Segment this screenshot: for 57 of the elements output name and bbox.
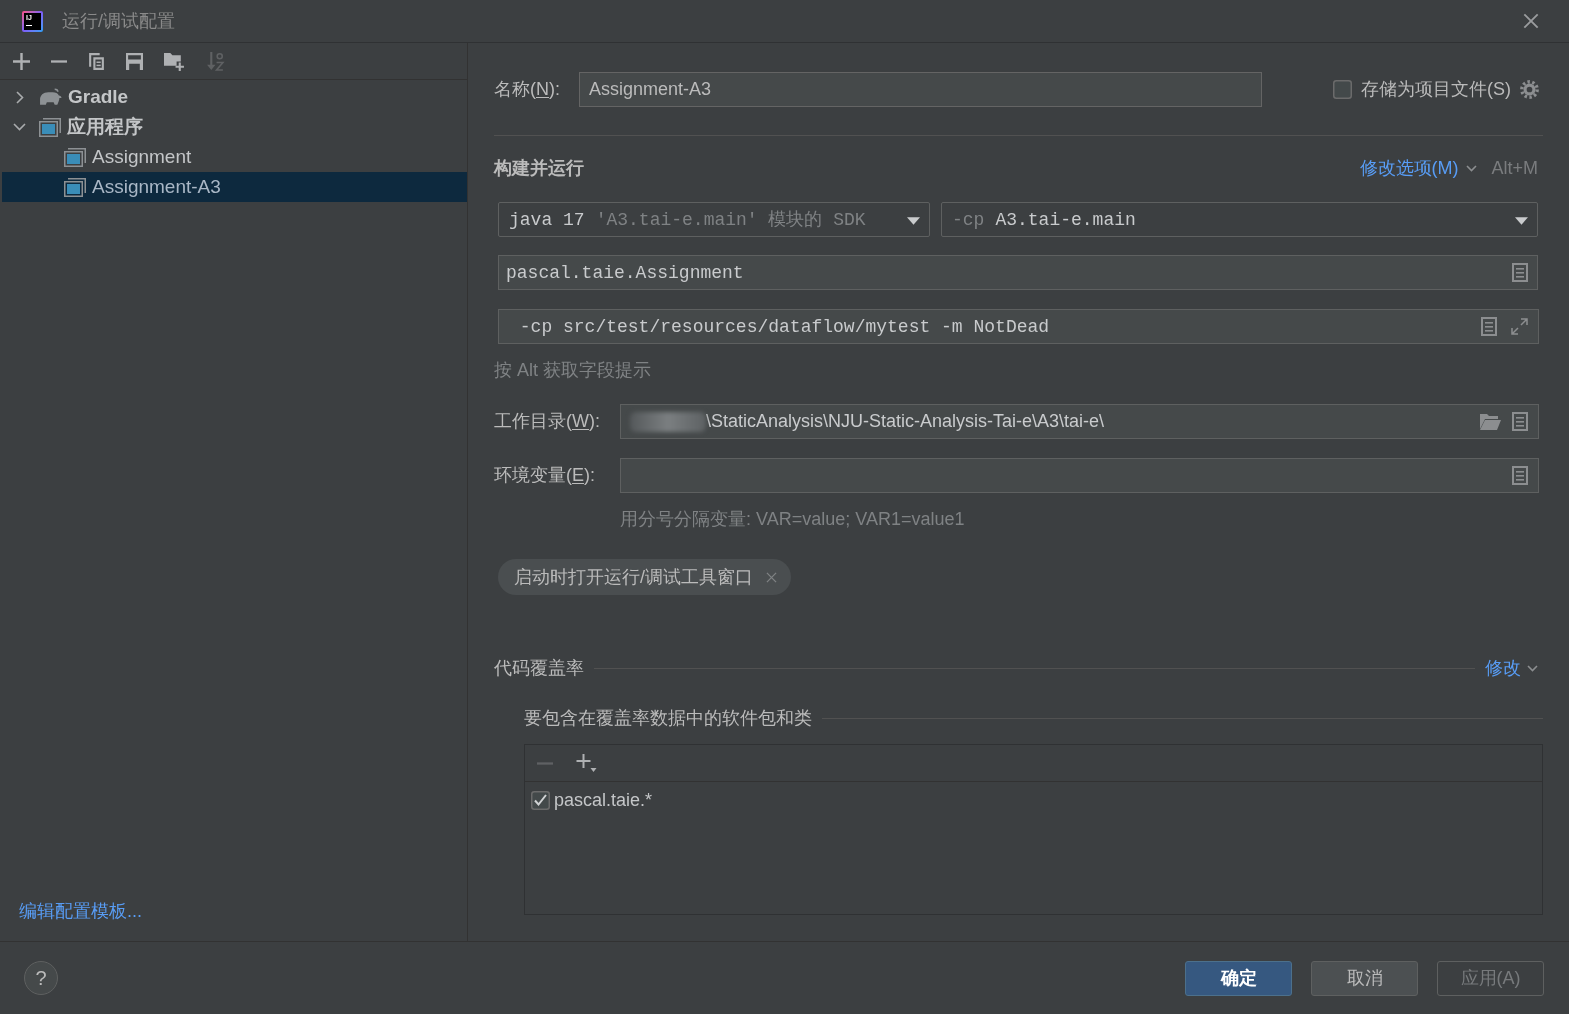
document-icon[interactable] (1512, 466, 1528, 485)
window-icon (64, 147, 86, 167)
package-item[interactable]: pascal.taie.* (525, 782, 1542, 818)
checkbox[interactable] (1333, 80, 1352, 99)
program-arguments-field[interactable]: -cp src/test/resources/dataflow/mytest -m NotDead (498, 309, 1539, 344)
dropdown-arrow-icon[interactable] (907, 216, 920, 225)
folder-icon[interactable] (1480, 413, 1501, 430)
save-icon[interactable] (126, 52, 143, 70)
edit-templates-link[interactable]: 编辑配置模板... (19, 898, 142, 925)
dropdown-arrow-icon[interactable] (1515, 216, 1528, 225)
chevron-down-icon (1466, 164, 1478, 172)
shortcut-hint: Alt+M (1491, 156, 1538, 180)
add-icon[interactable] (576, 754, 597, 772)
chevron-right-icon[interactable] (15, 90, 24, 104)
folder-plus-icon[interactable] (164, 51, 185, 71)
environment-variables-field[interactable] (620, 458, 1539, 493)
section-title: 代码覆盖率 (494, 656, 584, 680)
document-icon[interactable] (1512, 263, 1528, 282)
dialog-button[interactable]: 取消 (1311, 960, 1418, 996)
modify-link[interactable]: 修改 (1485, 654, 1538, 682)
field-hint: 按 Alt 获取字段提示 (494, 359, 651, 381)
name-field[interactable]: Assignment-A3 (579, 72, 1262, 107)
copy-icon[interactable] (88, 51, 105, 71)
document-icon[interactable] (1481, 317, 1497, 336)
subsection-title: 要包含在覆盖率数据中的软件包和类 (524, 706, 812, 730)
checkbox[interactable] (531, 790, 550, 810)
option-tag[interactable]: 启动时打开运行/调试工具窗口 (498, 559, 791, 595)
store-as-project-file-label: 存储为项目文件(S) (1361, 78, 1511, 101)
dialog-button[interactable]: 确定 (1185, 960, 1292, 996)
help-button[interactable]: ? (24, 961, 58, 995)
classpath-dropdown[interactable]: -cp A3.tai-e.main (941, 202, 1538, 237)
document-icon[interactable] (1512, 412, 1528, 431)
environment-variables-label: 环境变量(E): (494, 464, 596, 487)
tree-item[interactable]: 应用程序 (2, 112, 467, 142)
working-directory-field[interactable]: \StaticAnalysis\NJU-Static-Analysis-Tai-e\A3\tai-e\ (620, 404, 1539, 439)
window-icon (39, 117, 61, 137)
settings-icon[interactable] (1520, 80, 1539, 99)
modify-options-link[interactable]: 修改选项(M) (1359, 154, 1478, 182)
tree-item[interactable]: Assignment-A3 (2, 172, 467, 202)
field-hint: 用分号分隔变量: VAR=value; VAR1=value1 (620, 508, 965, 530)
section-title: 构建并运行 (494, 156, 584, 180)
window-title: 运行/调试配置 (62, 9, 175, 33)
sdk-dropdown[interactable]: java 17 'A3.tai-e.main' 模块的 SDK (498, 202, 930, 237)
working-directory-label: 工作目录(W): (494, 410, 601, 433)
tree-item[interactable]: Gradle (2, 82, 467, 112)
expand-icon[interactable] (1511, 318, 1528, 335)
chevron-down-icon[interactable] (13, 123, 26, 131)
tree-item[interactable]: Assignment (2, 142, 467, 172)
elephant-icon (39, 88, 62, 106)
close-icon[interactable] (1523, 13, 1539, 29)
main-class-field[interactable]: pascal.taie.Assignment (498, 255, 1538, 290)
close-icon[interactable] (766, 571, 777, 583)
remove-icon[interactable] (51, 59, 67, 63)
chevron-down-icon (1527, 664, 1538, 672)
name-label: 名称(N): (494, 78, 560, 101)
window-icon (64, 177, 86, 197)
add-icon[interactable] (13, 52, 30, 70)
